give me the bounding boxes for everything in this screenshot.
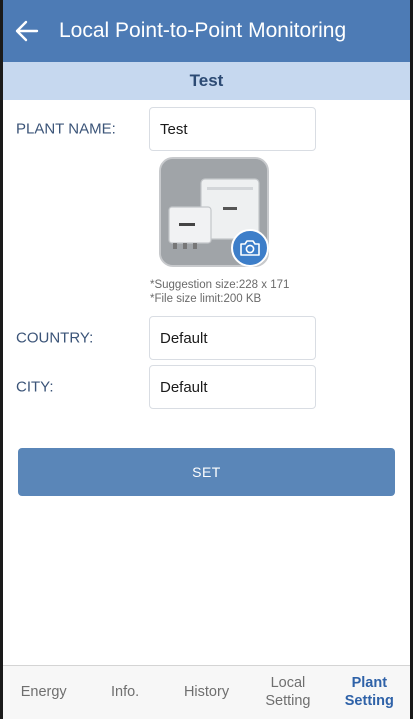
city-select[interactable]: Default bbox=[149, 365, 316, 409]
bottom-tab-bar: Energy Info. History Local Setting Plant… bbox=[3, 665, 410, 719]
plant-name-label: PLANT NAME: bbox=[16, 120, 116, 138]
tab-info[interactable]: Info. bbox=[84, 666, 165, 719]
tab-local-setting[interactable]: Local Setting bbox=[247, 666, 328, 719]
set-button[interactable]: SET bbox=[18, 448, 395, 496]
tab-label: Local Setting bbox=[265, 675, 311, 709]
tab-label: Info. bbox=[111, 683, 140, 700]
country-select[interactable]: Default bbox=[149, 316, 316, 360]
photo-size-hint: *Suggestion size:228 x 171 bbox=[150, 279, 290, 291]
tab-label: Energy bbox=[20, 683, 67, 700]
plant-name-input[interactable]: Test bbox=[149, 107, 316, 151]
tab-plant-setting[interactable]: Plant Setting bbox=[329, 666, 410, 719]
back-arrow-icon bbox=[15, 20, 39, 42]
plant-header: Test bbox=[3, 62, 410, 100]
plant-photo-picker[interactable] bbox=[159, 157, 271, 267]
back-button[interactable] bbox=[3, 0, 51, 62]
plant-name-row: PLANT NAME: Test bbox=[3, 106, 410, 152]
page-title: Local Point-to-Point Monitoring bbox=[59, 19, 347, 42]
tab-history[interactable]: History bbox=[166, 666, 247, 719]
city-label: CITY: bbox=[16, 378, 54, 396]
camera-icon bbox=[240, 240, 260, 256]
tab-label: Plant Setting bbox=[344, 675, 394, 709]
city-row: CITY: Default bbox=[3, 364, 410, 410]
country-row: COUNTRY: Default bbox=[3, 315, 410, 361]
plant-header-title: Test bbox=[189, 71, 224, 90]
country-label: COUNTRY: bbox=[16, 329, 94, 347]
camera-button[interactable] bbox=[231, 229, 269, 267]
tab-label: History bbox=[183, 683, 230, 700]
photo-file-limit-hint: *File size limit:200 KB bbox=[150, 293, 262, 305]
app-bar: Local Point-to-Point Monitoring bbox=[3, 0, 410, 62]
tab-energy[interactable]: Energy bbox=[3, 666, 84, 719]
